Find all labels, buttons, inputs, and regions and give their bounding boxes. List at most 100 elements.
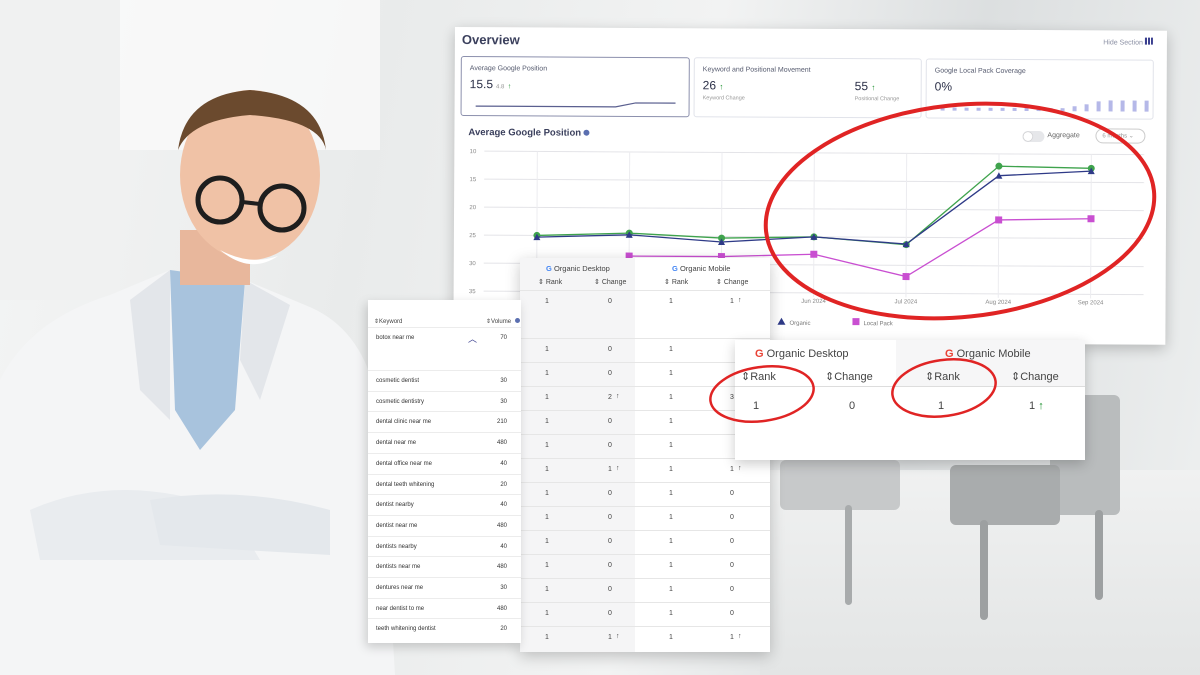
table-row[interactable]: 1 0 1 (520, 338, 770, 362)
table-cell-m-rank: 1 (669, 346, 673, 353)
zoom-desktop-rank-header[interactable]: ⇕Rank (741, 370, 776, 383)
sort-icon: ⇕ (716, 279, 722, 286)
keyword-row[interactable]: cosmetic dentistry 30 (368, 390, 521, 412)
table-cell-d-rank: 1 (545, 586, 549, 593)
keyword-volume: 40 (500, 502, 507, 509)
keyword-volume: 30 (500, 398, 507, 405)
zoom-mobile-change-header[interactable]: ⇕Change (1011, 370, 1059, 383)
table-cell-d-change: 0 (608, 562, 612, 569)
table-cell-m-rank: 1 (669, 394, 673, 401)
keyword-row[interactable]: teeth whitening dentist 20 (368, 618, 521, 639)
table-cell-d-change: 1 (608, 466, 612, 473)
volume-column-header[interactable]: ⇕Volume (486, 318, 520, 325)
keyword-row[interactable]: dentists near me 480 (368, 556, 521, 577)
table-cell-m-rank: 1 (669, 586, 673, 593)
zoom-desktop-change: 0 (849, 400, 856, 412)
keyword-row[interactable]: dental teeth whitening 20 (368, 473, 521, 495)
table-cell-d-rank: 1 (545, 634, 549, 641)
keyword-row[interactable]: botox near me 70 ︿ (368, 327, 521, 370)
table-cell-d-rank: 1 (545, 514, 549, 521)
table-cell-d-rank: 1 (545, 298, 549, 305)
table-cell-m-change: 0 (730, 490, 734, 497)
keyword-row[interactable]: cosmetic dentist 30 (368, 370, 521, 391)
table-cell-d-change: 0 (608, 442, 612, 449)
legend-marker (777, 317, 786, 325)
keyword-row[interactable]: dental clinic near me 210 (368, 411, 521, 432)
keyword-column-header[interactable]: ⇕Keyword (374, 318, 402, 325)
keyword-text: dentures near me (376, 585, 424, 591)
table-row[interactable]: 1 0 1 1 ↑ (520, 290, 770, 314)
table-cell-d-rank: 1 (545, 442, 549, 449)
table-cell-d-rank: 1 (545, 394, 549, 401)
background-chair-leg (845, 505, 852, 605)
keyword-row[interactable]: dental office near me 40 (368, 452, 521, 474)
desktop-change-header[interactable]: ⇕ Change (594, 278, 626, 286)
table-row[interactable]: 1 0 1 0 (520, 602, 770, 626)
table-row[interactable]: 1 1 ↑ 1 1 ↑ (520, 458, 770, 482)
zoom-rank-label: Rank (750, 371, 776, 383)
table-row[interactable]: 12↑13↑ (520, 386, 770, 410)
table-row[interactable]: 1 1 ↑ 1 1 ↑ (520, 626, 770, 650)
keyword-row[interactable]: near dentist to me 480 (368, 597, 521, 619)
table-row[interactable]: 1 0 1 (520, 434, 770, 458)
up-arrow-icon: ↑ (1038, 400, 1044, 412)
table-row[interactable]: 1 0 1 0 (520, 482, 770, 506)
background-chair-leg (980, 520, 988, 620)
zoom-divider (735, 386, 1085, 387)
mobile-rank-header[interactable]: ⇕ Rank (664, 278, 688, 286)
keyword-row[interactable]: dental near me 480 (368, 432, 521, 453)
ranking-zoom-panel: G Organic Desktop G Organic Mobile ⇕Rank… (735, 340, 1085, 460)
dentist-photo (0, 90, 395, 675)
keyword-row[interactable]: dentist near me 480 (368, 514, 521, 536)
table-row[interactable]: 1 0 1 0 (520, 506, 770, 530)
keyword-row[interactable]: dentures near me 30 (368, 577, 521, 598)
keyword-row[interactable]: dentist nearby 40 (368, 494, 521, 515)
zoom-change-label: Change (1020, 371, 1059, 383)
y-tick-label: 30 (469, 261, 476, 267)
table-cell-d-rank: 1 (545, 466, 549, 473)
keyword-volume: 20 (500, 481, 507, 488)
zoom-desktop-change-header[interactable]: ⇕Change (825, 370, 873, 383)
zoom-change-label: Change (834, 371, 873, 383)
desktop-rank-header[interactable]: ⇕ Rank (538, 278, 562, 286)
organic-mobile-header: G Organic Mobile (672, 264, 730, 273)
volume-header-text: Volume (491, 319, 512, 325)
table-row[interactable]: 1 0 1 (520, 362, 770, 386)
table-cell-m-rank: 1 (669, 490, 673, 497)
keyword-row[interactable]: dentists nearby 40 (368, 535, 521, 557)
table-cell-m-change: 1 (730, 298, 734, 305)
chevron-up-icon[interactable]: ︿ (468, 332, 477, 345)
keyword-text: dentist nearby (376, 502, 414, 509)
table-cell-d-rank: 1 (545, 490, 549, 497)
table-row[interactable]: 1 0 1 0 (520, 578, 770, 602)
table-cell-m-change: 0 (730, 610, 734, 617)
keyword-text: dental teeth whitening (376, 481, 435, 488)
keyword-volume: 20 (500, 626, 507, 633)
table-cell-m-change: 0 (730, 562, 734, 569)
keyword-volume: 70 (500, 335, 507, 341)
google-icon: G (755, 348, 764, 360)
background-chair-leg (1095, 510, 1103, 600)
table-cell-m-rank: 1 (669, 466, 673, 473)
table-cell-d-change: 0 (608, 418, 612, 425)
table-cell-d-rank: 1 (545, 370, 549, 377)
table-row[interactable]: 1 0 1 (520, 410, 770, 434)
up-arrow-icon: ↑ (616, 633, 620, 640)
table-cell-m-rank: 1 (669, 634, 673, 641)
table-row[interactable]: 1 0 1 0 (520, 530, 770, 554)
keyword-text: teeth whitening dentist (376, 626, 436, 633)
y-tick-label: 20 (469, 205, 476, 211)
table-cell-m-rank: 1 (669, 418, 673, 425)
sort-icon: ⇕ (741, 371, 751, 383)
change-label: Change (601, 279, 627, 286)
grid-line (813, 152, 815, 297)
table-cell-d-rank: 1 (545, 346, 549, 353)
table-row[interactable]: 1 0 1 0 (520, 554, 770, 578)
zoom-mobile-rank-header[interactable]: ⇕Rank (925, 370, 960, 383)
keyword-text: near dentist to me (376, 605, 425, 612)
x-tick-label: Jul 2024 (895, 299, 918, 305)
up-arrow-icon: ↑ (738, 633, 742, 640)
table-cell-m-rank: 1 (669, 370, 673, 377)
mobile-change-header[interactable]: ⇕ Change (716, 278, 748, 286)
desktop-header-text: Organic Desktop (553, 264, 610, 273)
